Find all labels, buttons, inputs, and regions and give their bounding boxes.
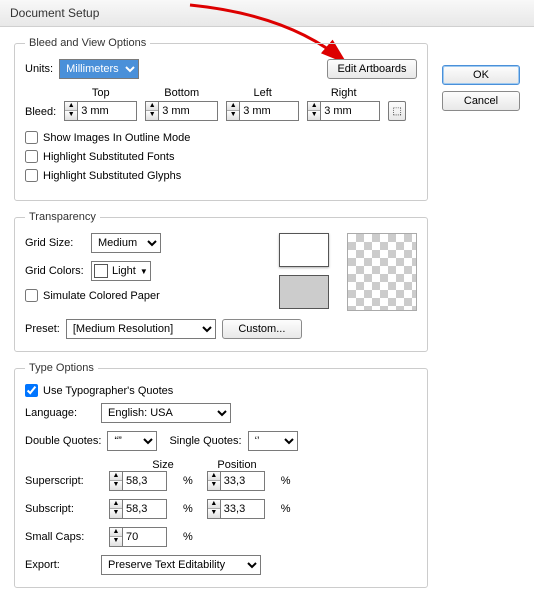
grid-colors-select[interactable]: Light▼ bbox=[91, 261, 151, 281]
grid-colors-label: Grid Colors: bbox=[25, 265, 85, 277]
subscript-size-input[interactable] bbox=[122, 499, 167, 519]
custom-button[interactable]: Custom... bbox=[222, 319, 302, 339]
bleed-left-label: Left bbox=[254, 87, 272, 99]
bleed-bottom-spinner[interactable]: ▲▼ bbox=[145, 101, 158, 121]
simulate-paper-checkbox[interactable] bbox=[25, 289, 38, 302]
bleed-bottom-label: Bottom bbox=[164, 87, 199, 99]
bleed-bottom-input[interactable] bbox=[158, 101, 218, 121]
units-select[interactable]: Millimeters bbox=[59, 59, 139, 79]
superscript-size-spinner[interactable]: ▲▼ bbox=[109, 471, 122, 491]
cancel-button[interactable]: Cancel bbox=[442, 91, 520, 111]
superscript-pos-input[interactable] bbox=[220, 471, 265, 491]
edit-artboards-button[interactable]: Edit Artboards bbox=[327, 59, 417, 79]
superscript-label: Superscript: bbox=[25, 475, 95, 487]
small-caps-label: Small Caps: bbox=[25, 531, 95, 543]
simulate-paper-label: Simulate Colored Paper bbox=[43, 290, 160, 302]
double-quotes-label: Double Quotes: bbox=[25, 435, 101, 447]
typographers-quotes-label: Use Typographer's Quotes bbox=[43, 385, 173, 397]
subscript-pos-input[interactable] bbox=[220, 499, 265, 519]
transparency-group: Transparency Grid Size: Medium Grid Color… bbox=[14, 211, 428, 352]
small-caps-spinner[interactable]: ▲▼ bbox=[109, 527, 122, 547]
bleed-label: Bleed: bbox=[25, 106, 56, 121]
outline-mode-checkbox[interactable] bbox=[25, 131, 38, 144]
bleed-right-input[interactable] bbox=[320, 101, 380, 121]
transparency-legend: Transparency bbox=[25, 211, 100, 223]
bleed-top-input[interactable] bbox=[77, 101, 137, 121]
bleed-right-spinner[interactable]: ▲▼ bbox=[307, 101, 320, 121]
grid-size-label: Grid Size: bbox=[25, 237, 85, 249]
export-label: Export: bbox=[25, 559, 95, 571]
preset-label: Preset: bbox=[25, 323, 60, 335]
type-options-group: Type Options Use Typographer's Quotes La… bbox=[14, 362, 428, 588]
export-select[interactable]: Preserve Text Editability bbox=[101, 555, 261, 575]
superscript-size-input[interactable] bbox=[122, 471, 167, 491]
subscript-label: Subscript: bbox=[25, 503, 95, 515]
highlight-glyphs-checkbox[interactable] bbox=[25, 169, 38, 182]
gray-swatch[interactable] bbox=[279, 275, 329, 309]
subscript-size-spinner[interactable]: ▲▼ bbox=[109, 499, 122, 519]
language-select[interactable]: English: USA bbox=[101, 403, 231, 423]
small-caps-input[interactable] bbox=[122, 527, 167, 547]
link-bleed-icon[interactable]: ⬚ bbox=[388, 101, 406, 121]
highlight-glyphs-label: Highlight Substituted Glyphs bbox=[43, 170, 181, 182]
bleed-left-spinner[interactable]: ▲▼ bbox=[226, 101, 239, 121]
superscript-pos-spinner[interactable]: ▲▼ bbox=[207, 471, 220, 491]
size-header: Size bbox=[133, 459, 193, 471]
units-label: Units: bbox=[25, 63, 53, 75]
grid-size-select[interactable]: Medium bbox=[91, 233, 161, 253]
checker-preview bbox=[347, 233, 417, 311]
single-quotes-label: Single Quotes: bbox=[169, 435, 241, 447]
single-quotes-select[interactable]: ‘’ bbox=[248, 431, 298, 451]
bleed-right-label: Right bbox=[331, 87, 357, 99]
bleed-top-spinner[interactable]: ▲▼ bbox=[64, 101, 77, 121]
position-header: Position bbox=[207, 459, 267, 471]
white-swatch[interactable] bbox=[279, 233, 329, 267]
outline-mode-label: Show Images In Outline Mode bbox=[43, 132, 190, 144]
double-quotes-select[interactable]: “” bbox=[107, 431, 157, 451]
preset-select[interactable]: [Medium Resolution] bbox=[66, 319, 216, 339]
window-title: Document Setup bbox=[0, 0, 534, 27]
subscript-pos-spinner[interactable]: ▲▼ bbox=[207, 499, 220, 519]
bleed-left-input[interactable] bbox=[239, 101, 299, 121]
ok-button[interactable]: OK bbox=[442, 65, 520, 85]
typographers-quotes-checkbox[interactable] bbox=[25, 384, 38, 397]
bleed-view-group: Bleed and View Options Units: Millimeter… bbox=[14, 37, 428, 201]
type-legend: Type Options bbox=[25, 362, 98, 374]
highlight-fonts-checkbox[interactable] bbox=[25, 150, 38, 163]
bleed-legend: Bleed and View Options bbox=[25, 37, 150, 49]
highlight-fonts-label: Highlight Substituted Fonts bbox=[43, 151, 174, 163]
language-label: Language: bbox=[25, 407, 95, 419]
bleed-top-label: Top bbox=[92, 87, 110, 99]
